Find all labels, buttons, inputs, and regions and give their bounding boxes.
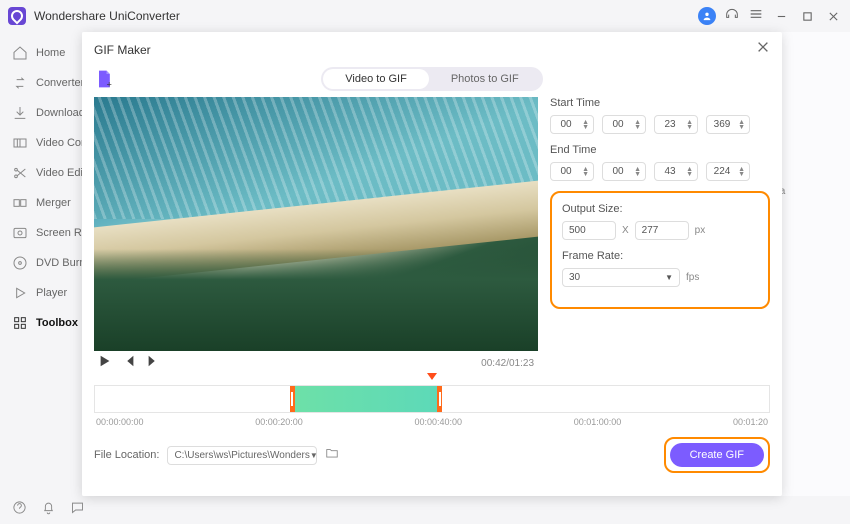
- mode-tabs: Video to GIF Photos to GIF: [321, 67, 542, 91]
- tick-label: 00:01:00:00: [574, 417, 622, 427]
- timeline-track[interactable]: [94, 385, 770, 413]
- start-seconds-input[interactable]: ▲▼: [654, 115, 698, 134]
- compressor-icon: [12, 135, 28, 151]
- sidebar-label: Home: [36, 47, 65, 59]
- app-title: Wondershare UniConverter: [34, 9, 698, 23]
- maximize-button[interactable]: [798, 7, 816, 25]
- feedback-icon[interactable]: [70, 500, 85, 520]
- sidebar-label: Video Editor: [36, 167, 82, 179]
- video-preview[interactable]: [94, 97, 538, 351]
- sidebar-item-recorder[interactable]: Screen Recorder: [0, 218, 82, 248]
- home-icon: [12, 45, 28, 61]
- help-icon[interactable]: [12, 500, 27, 520]
- chevron-down-icon: ▼: [310, 451, 318, 460]
- timeline-selection[interactable]: [290, 386, 442, 412]
- add-file-icon[interactable]: +: [94, 69, 114, 89]
- sidebar-item-home[interactable]: Home: [0, 38, 82, 68]
- recorder-icon: [12, 225, 28, 241]
- support-icon[interactable]: [724, 6, 740, 27]
- time-display: 00:42/01:23: [481, 358, 534, 369]
- output-settings-highlight: Output Size: X px Frame Rate: 30▼ fps: [550, 191, 770, 309]
- disc-icon: [12, 255, 28, 271]
- converter-icon: [12, 75, 28, 91]
- modal-close-button[interactable]: [756, 40, 770, 59]
- output-size-label: Output Size:: [562, 203, 758, 215]
- start-ms-input[interactable]: ▲▼: [706, 115, 750, 134]
- end-minutes-input[interactable]: ▲▼: [602, 162, 646, 181]
- sidebar-label: Downloader: [36, 107, 82, 119]
- start-time-label: Start Time: [550, 97, 770, 109]
- next-frame-button[interactable]: [146, 354, 160, 373]
- sidebar-item-editor[interactable]: Video Editor: [0, 158, 82, 188]
- sidebar-label: DVD Burner: [36, 257, 82, 269]
- sidebar-item-downloader[interactable]: Downloader: [0, 98, 82, 128]
- sidebar-label: Toolbox: [36, 317, 78, 329]
- open-folder-button[interactable]: [325, 446, 339, 465]
- sidebar-item-dvd[interactable]: DVD Burner: [0, 248, 82, 278]
- fps-unit: fps: [686, 272, 699, 283]
- tick-label: 00:00:40:00: [414, 417, 462, 427]
- chevron-down-icon: ▼: [665, 273, 673, 282]
- play-icon: [12, 285, 28, 301]
- grid-icon: [12, 315, 28, 331]
- start-minutes-input[interactable]: ▲▼: [602, 115, 646, 134]
- sidebar-label: Screen Recorder: [36, 227, 82, 239]
- play-button[interactable]: [98, 354, 112, 373]
- end-seconds-input[interactable]: ▲▼: [654, 162, 698, 181]
- sidebar-item-toolbox[interactable]: Toolbox: [0, 308, 82, 338]
- close-button[interactable]: [824, 7, 842, 25]
- scissors-icon: [12, 165, 28, 181]
- svg-text:+: +: [107, 79, 112, 89]
- tick-label: 00:00:20:00: [255, 417, 303, 427]
- start-hours-input[interactable]: ▲▼: [550, 115, 594, 134]
- download-icon: [12, 105, 28, 121]
- x-separator: X: [622, 225, 629, 236]
- sidebar-item-player[interactable]: Player: [0, 278, 82, 308]
- sidebar-label: Merger: [36, 197, 71, 209]
- file-location-select[interactable]: C:\Users\ws\Pictures\Wonders▼: [167, 446, 317, 465]
- tick-label: 00:00:00:00: [96, 417, 144, 427]
- end-ms-input[interactable]: ▲▼: [706, 162, 750, 181]
- minimize-button[interactable]: [772, 7, 790, 25]
- create-gif-button[interactable]: Create GIF: [670, 443, 764, 467]
- sidebar-label: Converter: [36, 77, 82, 89]
- frame-rate-label: Frame Rate:: [562, 250, 758, 262]
- create-gif-highlight: Create GIF: [664, 437, 770, 473]
- sidebar-item-compressor[interactable]: Video Compressor: [0, 128, 82, 158]
- gif-maker-modal: GIF Maker + Video to GIF Photos to GIF 0…: [82, 32, 782, 496]
- sidebar-item-converter[interactable]: Converter: [0, 68, 82, 98]
- frame-rate-select[interactable]: 30▼: [562, 268, 680, 287]
- sidebar: Home Converter Downloader Video Compress…: [0, 32, 82, 496]
- file-location-label: File Location:: [94, 449, 159, 461]
- merger-icon: [12, 195, 28, 211]
- end-hours-input[interactable]: ▲▼: [550, 162, 594, 181]
- bell-icon[interactable]: [41, 500, 56, 520]
- app-logo-icon: [8, 7, 26, 25]
- prev-frame-button[interactable]: [122, 354, 136, 373]
- px-unit: px: [695, 225, 706, 236]
- sidebar-label: Player: [36, 287, 67, 299]
- tab-photos-to-gif[interactable]: Photos to GIF: [429, 69, 541, 89]
- tab-video-to-gif[interactable]: Video to GIF: [323, 69, 429, 89]
- output-width-input[interactable]: [562, 221, 616, 240]
- playhead-icon[interactable]: [427, 373, 437, 380]
- sidebar-item-merger[interactable]: Merger: [0, 188, 82, 218]
- hamburger-menu-icon[interactable]: [748, 6, 764, 27]
- sidebar-label: Video Compressor: [36, 137, 82, 149]
- tick-label: 00:01:20: [733, 417, 768, 427]
- modal-title: GIF Maker: [94, 43, 756, 57]
- end-time-label: End Time: [550, 144, 770, 156]
- timeline[interactable]: 00:00:00:00 00:00:20:00 00:00:40:00 00:0…: [82, 371, 782, 427]
- user-avatar-icon[interactable]: [698, 7, 716, 25]
- output-height-input[interactable]: [635, 221, 689, 240]
